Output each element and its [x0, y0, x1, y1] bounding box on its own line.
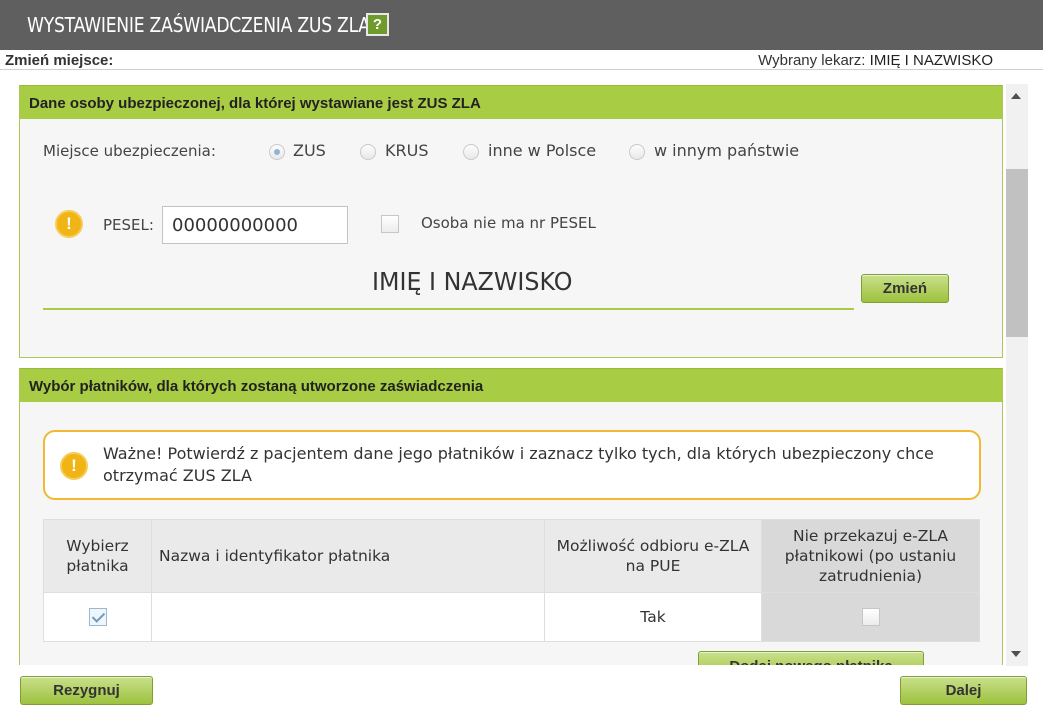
next-button[interactable]: Dalej [900, 676, 1027, 705]
col-pue: Możliwość odbioru e-ZLA na PUE [544, 519, 762, 593]
pesel-input[interactable] [162, 206, 348, 244]
doctor-label: Wybrany lekarz: [758, 52, 866, 69]
name-underline [43, 308, 854, 310]
table-row: Tak [43, 592, 980, 642]
insurance-place-label: Miejsce ubezpieczenia: [43, 142, 216, 160]
table-header-row: Wybierz płatnika Nazwa i identyfikator p… [43, 519, 980, 593]
payers-table: Wybierz płatnika Nazwa i identyfikator p… [43, 519, 980, 642]
radio-other-country-label[interactable]: w innym państwie [654, 141, 799, 160]
help-button[interactable]: ? [366, 13, 389, 36]
radio-other-poland[interactable] [463, 144, 479, 160]
do-not-send-cell [761, 592, 980, 642]
title-bar: WYSTAWIENIE ZAŚWIADCZENIA ZUS ZLA [0, 0, 1043, 50]
person-name: IMIĘ I NAZWISKO [372, 267, 573, 296]
cancel-button[interactable]: Rezygnuj [20, 676, 153, 705]
change-person-button[interactable]: Zmień [861, 274, 949, 303]
payers-section-heading: Wybór płatników, dla których zostaną utw… [20, 368, 1002, 402]
select-payer-cell [43, 592, 152, 642]
radio-zus-label[interactable]: ZUS [293, 141, 326, 160]
no-pesel-checkbox[interactable] [381, 215, 399, 233]
radio-zus[interactable] [269, 144, 285, 160]
sub-header: Zmień miejsce: Wybrany lekarz: IMIĘ I NA… [0, 50, 1043, 70]
vertical-scrollbar[interactable] [1006, 84, 1028, 666]
pue-cell: Tak [544, 592, 762, 642]
notice-warning-icon: ! [60, 452, 88, 480]
insured-section-heading: Dane osoby ubezpieczonej, dla której wys… [20, 85, 1002, 119]
selected-doctor: Wybrany lekarz: IMIĘ I NAZWISKO [758, 52, 993, 69]
content-scroll-area: Dane osoby ubezpieczonej, dla której wys… [0, 72, 1043, 665]
payer-name-cell [151, 592, 545, 642]
pesel-warning-icon: ! [55, 210, 83, 238]
do-not-send-checkbox[interactable] [861, 608, 880, 627]
radio-krus[interactable] [360, 144, 376, 160]
change-place-link[interactable]: Zmień miejsce: [5, 52, 113, 69]
scroll-down-icon[interactable] [1011, 651, 1021, 657]
doctor-name: IMIĘ I NAZWISKO [869, 52, 993, 69]
scroll-up-icon[interactable] [1011, 93, 1021, 99]
no-pesel-label: Osoba nie ma nr PESEL [421, 214, 596, 232]
pesel-label: PESEL: [103, 216, 154, 234]
important-notice: ! Ważne! Potwierdź z pacjentem dane jego… [43, 430, 981, 500]
radio-other-country[interactable] [629, 144, 645, 160]
col-payer-name: Nazwa i identyfikator płatnika [151, 519, 545, 593]
payers-panel: Wybór płatników, dla których zostaną utw… [19, 368, 1003, 665]
col-select-payer: Wybierz płatnika [43, 519, 152, 593]
notice-text: Ważne! Potwierdź z pacjentem dane jego p… [103, 444, 934, 485]
radio-other-poland-label[interactable]: inne w Polsce [488, 141, 596, 160]
insured-person-panel: Dane osoby ubezpieczonej, dla której wys… [19, 85, 1003, 358]
col-do-not-send: Nie przekazuj e-ZLA płatnikowi (po ustan… [761, 519, 980, 593]
radio-krus-label[interactable]: KRUS [385, 141, 428, 160]
window-title: WYSTAWIENIE ZAŚWIADCZENIA ZUS ZLA [27, 13, 370, 37]
scrollbar-thumb[interactable] [1006, 169, 1028, 337]
add-payer-button[interactable]: Dodaj nowego płatnika [698, 651, 924, 665]
select-payer-checkbox[interactable] [88, 608, 107, 627]
